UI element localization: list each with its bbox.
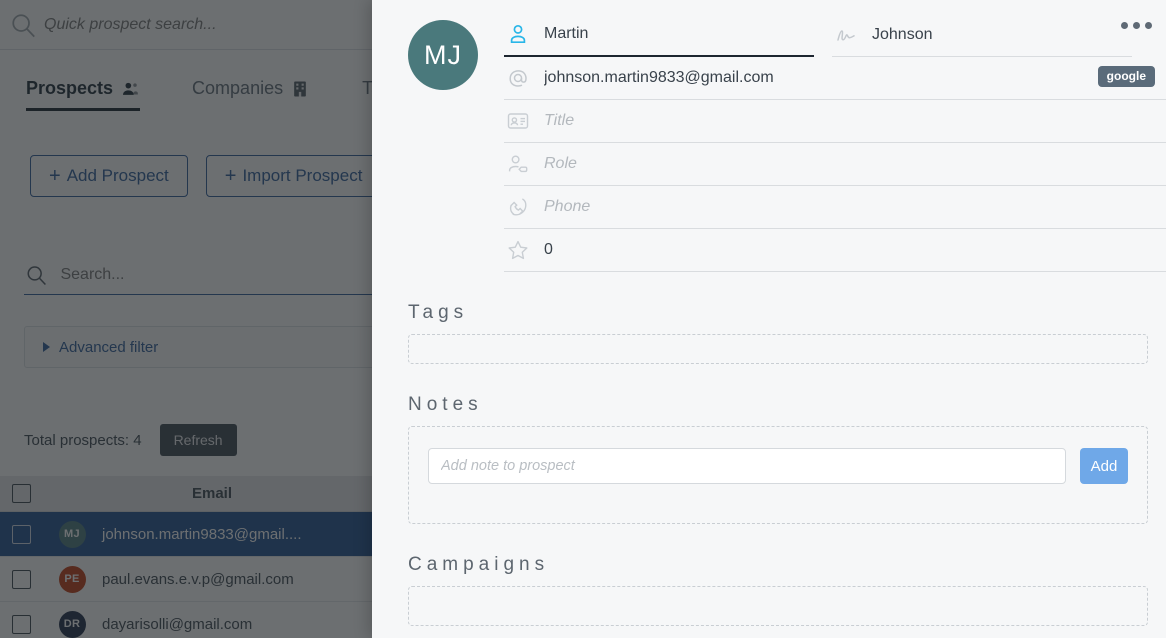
add-prospect-label: Add Prospect — [66, 166, 169, 185]
select-all-checkbox[interactable] — [11, 484, 31, 503]
building-icon — [290, 79, 310, 99]
avatar: MJ — [58, 520, 86, 548]
note-input[interactable] — [428, 448, 1066, 484]
tab-companies-label: Companies — [192, 78, 284, 98]
more-horizontal-icon[interactable] — [1121, 22, 1152, 29]
id-card-icon — [506, 109, 530, 133]
row-email: johnson.martin9833@gmail.... — [102, 525, 302, 543]
row-email: paul.evans.e.v.p@gmail.com — [102, 570, 294, 588]
import-prospect-label: Import Prospect — [242, 166, 363, 185]
caret-right-icon — [43, 342, 50, 352]
add-note-button[interactable]: Add — [1080, 448, 1128, 484]
people-icon — [120, 79, 140, 99]
refresh-button[interactable]: Refresh — [159, 424, 237, 456]
prospect-detail-panel: MJ Martin Johnson johnson.martin9833@gma… — [372, 0, 1166, 638]
source-badge: google — [1097, 66, 1155, 87]
email-field[interactable] — [504, 57, 1166, 100]
role-input[interactable] — [544, 154, 1166, 173]
last-name-input[interactable] — [872, 25, 1130, 44]
avatar: DR — [58, 610, 86, 638]
row-select-cell — [0, 524, 42, 544]
campaigns-section-title: Campaigns — [408, 554, 550, 575]
add-prospect-button[interactable]: + Add Prospect — [30, 155, 188, 197]
prospect-actions: + Add Prospect + Import Prospect — [30, 155, 382, 197]
select-all-cell — [0, 484, 42, 503]
tab-prospects-label: Prospects — [26, 78, 114, 98]
row-select-cell — [0, 614, 42, 634]
tags-container[interactable] — [408, 334, 1148, 364]
signature-icon — [834, 23, 858, 47]
tab-prospects[interactable]: Prospects — [26, 78, 141, 111]
avatar: PE — [58, 565, 86, 593]
person-icon — [506, 22, 530, 46]
row-checkbox[interactable] — [11, 614, 31, 634]
campaigns-container[interactable] — [408, 586, 1148, 626]
screen: Prospects Companies Tags + A — [0, 0, 1166, 638]
phone-field[interactable] — [504, 186, 1166, 229]
row-checkbox[interactable] — [11, 569, 31, 589]
phone-input[interactable] — [544, 197, 1166, 216]
row-avatar-cell: PE — [42, 565, 102, 593]
notes-container: Add — [408, 426, 1148, 524]
plus-icon: + — [49, 165, 61, 187]
name-row — [504, 14, 1166, 57]
row-checkbox[interactable] — [11, 524, 31, 544]
totals-row: Total prospects: 4 Refresh — [24, 424, 237, 456]
last-name-field[interactable] — [832, 14, 1132, 57]
first-name-input[interactable] — [544, 25, 812, 43]
score-input[interactable] — [544, 240, 1166, 259]
total-prospects-label: Total prospects: 4 — [24, 431, 142, 449]
tags-section-title: Tags — [408, 302, 469, 323]
plus-icon: + — [224, 165, 237, 187]
avatar: MJ — [408, 20, 478, 90]
search-icon — [12, 13, 35, 37]
import-prospect-button[interactable]: + Import Prospect — [205, 155, 382, 197]
prospect-header: MJ Martin Johnson johnson.martin9833@gma… — [372, 0, 1166, 272]
email-input[interactable] — [544, 68, 1166, 87]
row-avatar-cell: DR — [42, 610, 102, 638]
title-input[interactable] — [544, 111, 1166, 130]
column-header-email: Email — [192, 485, 233, 502]
phone-icon — [506, 195, 530, 219]
tab-companies[interactable]: Companies — [192, 78, 310, 108]
notes-section-title: Notes — [408, 394, 483, 415]
advanced-filter-label: Advanced filter — [59, 338, 159, 356]
row-select-cell — [0, 569, 42, 589]
star-icon — [506, 238, 530, 262]
row-avatar-cell: MJ — [42, 520, 102, 548]
title-field[interactable] — [504, 100, 1166, 143]
prospect-fields — [504, 14, 1166, 272]
at-icon — [506, 66, 530, 90]
row-email: dayarisolli@gmail.com — [102, 615, 253, 633]
role-field[interactable] — [504, 143, 1166, 186]
first-name-field[interactable] — [504, 14, 814, 57]
person-tag-icon — [506, 152, 530, 176]
search-icon — [27, 266, 46, 286]
score-field[interactable] — [504, 229, 1166, 272]
